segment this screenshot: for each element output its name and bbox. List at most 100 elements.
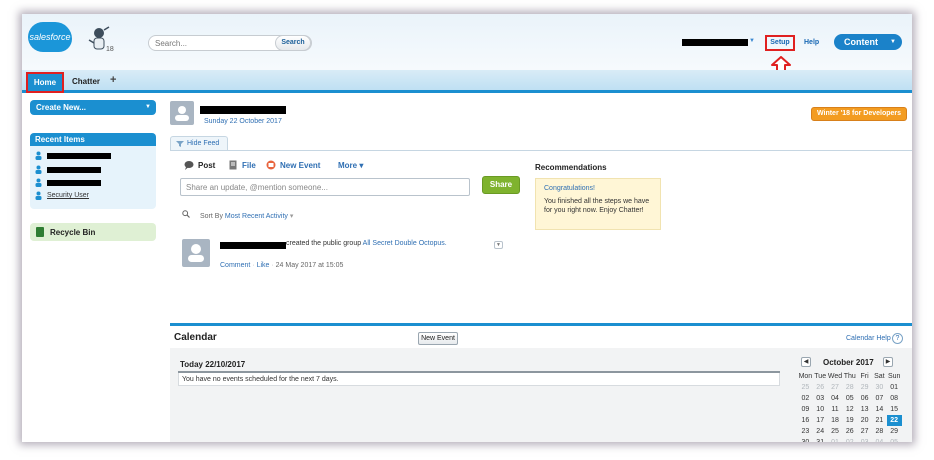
calendar-day[interactable]: 28 bbox=[872, 426, 887, 437]
calendar-day[interactable]: 16 bbox=[798, 415, 813, 426]
calendar-day[interactable]: 11 bbox=[828, 404, 843, 415]
help-icon[interactable]: ? bbox=[892, 333, 903, 344]
file-icon bbox=[229, 160, 237, 170]
recommendations-heading[interactable]: Congratulations! bbox=[544, 185, 595, 192]
calendar-day[interactable]: 29 bbox=[887, 426, 902, 437]
search-box: Search bbox=[148, 35, 312, 51]
recent-items-panel: Recent Items Security User bbox=[30, 133, 156, 209]
calendar-day[interactable]: 23 bbox=[798, 426, 813, 437]
search-button[interactable]: Search bbox=[275, 35, 311, 51]
calendar-day[interactable]: 25 bbox=[798, 382, 813, 393]
calendar-day[interactable]: 06 bbox=[857, 393, 872, 404]
tab-home[interactable]: Home bbox=[26, 72, 64, 93]
calendar-day[interactable]: 27 bbox=[828, 382, 843, 393]
sort-control[interactable]: Sort By Most Recent Activity ▾ bbox=[200, 212, 293, 220]
post-author-redacted[interactable] bbox=[220, 242, 286, 249]
calendar-day[interactable]: 02 bbox=[798, 393, 813, 404]
publisher-new-event-tab[interactable]: New Event bbox=[280, 161, 320, 170]
calendar-day-selected[interactable]: 22 bbox=[886, 415, 902, 426]
tab-chatter[interactable]: Chatter bbox=[72, 77, 100, 86]
calendar-day[interactable]: 30 bbox=[872, 382, 887, 393]
calendar-day[interactable]: 18 bbox=[828, 415, 843, 426]
calendar-day[interactable]: 04 bbox=[872, 437, 887, 442]
calendar-day[interactable]: 19 bbox=[842, 415, 857, 426]
sort-value: Most Recent Activity bbox=[224, 213, 288, 220]
recent-items-title: Recent Items bbox=[30, 133, 156, 146]
week-row: 09 10 11 12 13 14 15 bbox=[798, 404, 902, 415]
search-input[interactable] bbox=[155, 38, 273, 49]
calendar-day[interactable]: 04 bbox=[828, 393, 843, 404]
share-update-input[interactable] bbox=[180, 178, 470, 196]
weekday-label: Sun bbox=[887, 373, 901, 380]
calendar-day[interactable]: 01 bbox=[828, 437, 843, 442]
calendar-day[interactable]: 08 bbox=[887, 393, 902, 404]
create-new-button[interactable]: Create New... ▼ bbox=[30, 100, 156, 115]
person-icon bbox=[35, 191, 42, 200]
setup-link[interactable]: Setup bbox=[765, 35, 795, 51]
calendar-day[interactable]: 03 bbox=[813, 393, 828, 404]
hide-feed-tab[interactable]: Hide Feed bbox=[170, 136, 228, 150]
calendar-day[interactable]: 31 bbox=[813, 437, 828, 442]
like-link[interactable]: Like bbox=[257, 262, 270, 269]
app-menu-button[interactable]: Content ▼ bbox=[834, 34, 902, 50]
week-row: 25 26 27 28 29 30 01 bbox=[798, 382, 902, 393]
chevron-down-icon: ▼ bbox=[145, 104, 151, 110]
calendar-day[interactable]: 09 bbox=[798, 404, 813, 415]
publisher-more-menu[interactable]: More ▾ bbox=[338, 161, 363, 170]
calendar-day[interactable]: 02 bbox=[842, 437, 857, 442]
help-link[interactable]: Help bbox=[804, 39, 819, 46]
chevron-right-icon[interactable]: ▶ bbox=[883, 357, 893, 367]
calendar-day[interactable]: 30 bbox=[798, 437, 813, 442]
calendar-day[interactable]: 05 bbox=[887, 437, 902, 442]
calendar-day[interactable]: 26 bbox=[842, 426, 857, 437]
salesforce-logo[interactable]: salesforce bbox=[28, 22, 72, 52]
calendar-day[interactable]: 20 bbox=[857, 415, 872, 426]
share-button[interactable]: Share bbox=[482, 176, 520, 194]
calendar-day[interactable]: 24 bbox=[813, 426, 828, 437]
calendar-day[interactable]: 12 bbox=[842, 404, 857, 415]
calendar-day[interactable]: 15 bbox=[887, 404, 902, 415]
calendar-day[interactable]: 14 bbox=[872, 404, 887, 415]
search-icon[interactable] bbox=[182, 210, 190, 218]
person-icon bbox=[175, 106, 189, 121]
calendar-day[interactable]: 13 bbox=[857, 404, 872, 415]
calendar-day[interactable]: 25 bbox=[828, 426, 843, 437]
post-author-avatar[interactable] bbox=[182, 239, 210, 267]
post-menu-chevron-icon[interactable]: ▼ bbox=[494, 241, 503, 249]
publisher-post-tab[interactable]: Post bbox=[198, 161, 215, 170]
comment-link[interactable]: Comment bbox=[220, 262, 250, 269]
app-menu-label: Content bbox=[844, 37, 878, 47]
profile-name-redacted[interactable] bbox=[200, 106, 286, 114]
calendar-day[interactable]: 01 bbox=[887, 382, 902, 393]
calendar-help-link[interactable]: Calendar Help bbox=[846, 335, 891, 342]
add-tab-icon[interactable]: + bbox=[110, 74, 116, 86]
winter-release-badge[interactable]: Winter '18 for Developers bbox=[811, 107, 907, 121]
mini-calendar-month: October 2017 bbox=[823, 358, 874, 367]
chevron-left-icon[interactable]: ◀ bbox=[801, 357, 811, 367]
user-menu-redacted[interactable] bbox=[682, 39, 748, 46]
weekday-label: Wed bbox=[827, 373, 843, 380]
recycle-bin[interactable]: Recycle Bin bbox=[30, 223, 156, 241]
publisher-file-tab[interactable]: File bbox=[242, 161, 256, 170]
profile-avatar[interactable] bbox=[170, 101, 194, 125]
calendar-day[interactable]: 03 bbox=[857, 437, 872, 442]
weekday-label: Mon bbox=[798, 373, 813, 380]
new-event-button[interactable]: New Event bbox=[418, 332, 458, 345]
recent-item-security-user[interactable]: Security User bbox=[47, 192, 89, 199]
redacted-name bbox=[47, 153, 111, 159]
weekday-label: Tue bbox=[814, 373, 827, 380]
calendar-day[interactable]: 26 bbox=[813, 382, 828, 393]
calendar-day[interactable]: 28 bbox=[842, 382, 857, 393]
chevron-down-icon[interactable]: ▼ bbox=[749, 38, 755, 44]
calendar-day[interactable]: 05 bbox=[842, 393, 857, 404]
sort-prefix: Sort By bbox=[200, 213, 223, 220]
salesforce-window: salesforce 18 Search ▼ Setup Help Conten… bbox=[22, 14, 912, 442]
calendar-day[interactable]: 21 bbox=[872, 415, 887, 426]
calendar-day[interactable]: 10 bbox=[813, 404, 828, 415]
calendar-day[interactable]: 17 bbox=[813, 415, 828, 426]
calendar-day[interactable]: 07 bbox=[872, 393, 887, 404]
calendar-day[interactable]: 27 bbox=[857, 426, 872, 437]
calendar-day[interactable]: 29 bbox=[857, 382, 872, 393]
group-link[interactable]: All Secret Double Octopus. bbox=[363, 240, 447, 247]
calendar-title: Calendar bbox=[174, 332, 217, 343]
